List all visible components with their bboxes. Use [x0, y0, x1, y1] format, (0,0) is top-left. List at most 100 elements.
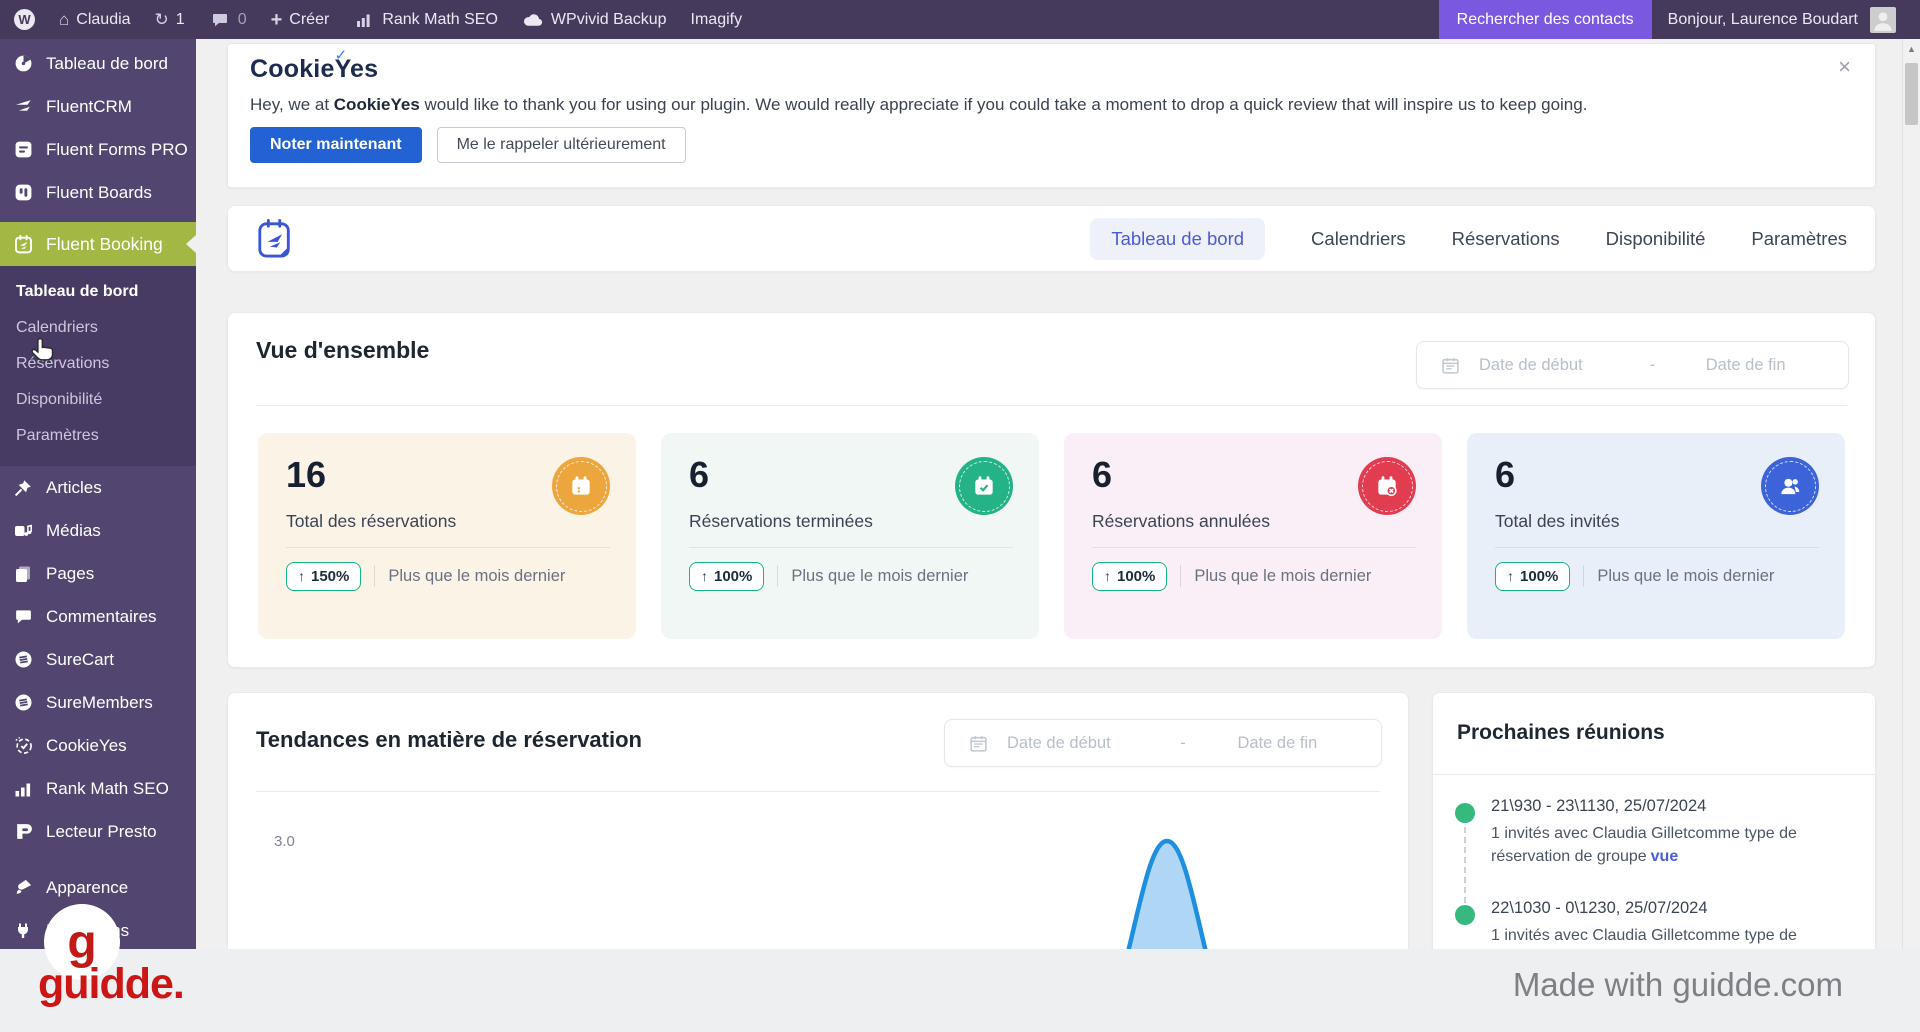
sidebar-item-dashboard[interactable]: Tableau de bord	[0, 42, 196, 85]
sidebar-item-label: Commentaires	[46, 606, 157, 626]
sidebar-item-comments[interactable]: Commentaires	[0, 595, 196, 638]
trends-date-range[interactable]: Date de début - Date de fin	[944, 719, 1382, 767]
account-menu[interactable]: Bonjour, Laurence Boudart	[1652, 11, 1870, 29]
avatar[interactable]	[1870, 6, 1896, 33]
updates-menu[interactable]: ↻ 1	[155, 10, 185, 30]
overview-date-range[interactable]: Date de début - Date de fin	[1416, 341, 1849, 389]
change-badge: ↑ 100%	[1495, 561, 1571, 591]
cookieyes-notice: Cookie ✓ Yes Hey, we at CookieYes would li…	[227, 43, 1876, 188]
submenu-item-dashboard[interactable]: Tableau de bord	[0, 274, 196, 310]
search-contacts-button[interactable]: Rechercher des contacts	[1438, 0, 1652, 39]
meeting-description-text: 1 invités avec Claudia Gilletcomme type …	[1491, 825, 1797, 865]
bar-chart-icon	[353, 9, 375, 31]
submenu-label: Disponibilité	[16, 391, 103, 408]
calendar-cancel-icon	[1358, 457, 1416, 515]
sidebar-item-presto-player[interactable]: Lecteur Presto	[0, 810, 196, 853]
sidebar-item-label: Fluent Booking	[46, 233, 163, 254]
rank-math-menu[interactable]: Rank Math SEO	[353, 9, 498, 31]
submenu-item-calendars[interactable]: Calendriers	[0, 310, 196, 346]
meeting-description: 1 invités avec Claudia Gilletcomme type …	[1491, 925, 1833, 948]
sidebar-item-fluent-boards[interactable]: Fluent Boards	[0, 171, 196, 214]
stat-note: Plus que le mois dernier	[791, 566, 969, 585]
admin-bar-right: Rechercher des contacts Bonjour, Laurenc…	[1438, 0, 1920, 39]
up-arrow-icon: ↑	[1104, 568, 1111, 585]
sidebar-item-suremembers[interactable]: SureMembers	[0, 681, 196, 724]
message-suffix: would like to thank you for using our pl…	[419, 95, 1588, 114]
overview-title: Vue d'ensemble	[256, 337, 430, 363]
comments-count: 0	[237, 10, 247, 28]
booking-tabs: Tableau de bord Calendriers Réservations…	[1090, 217, 1847, 260]
tab-bookings[interactable]: Réservations	[1452, 228, 1560, 250]
tab-dashboard[interactable]: Tableau de bord	[1090, 217, 1266, 260]
change-value: 150%	[311, 567, 350, 585]
sidebar-item-label: FluentCRM	[46, 96, 132, 116]
sidebar-item-label: Lecteur Presto	[46, 821, 157, 841]
sidebar-item-label: Rank Math SEO	[46, 778, 169, 798]
surecart-icon	[12, 649, 34, 671]
sidebar-item-surecart[interactable]: SureCart	[0, 638, 196, 681]
sidebar-item-pages[interactable]: Pages	[0, 552, 196, 595]
sidebar-item-label: SureMembers	[46, 692, 153, 712]
wp-admin-menu: Tableau de bord FluentCRM Fluent Forms P…	[0, 39, 196, 1032]
cloud-icon	[522, 9, 544, 31]
up-arrow-icon: ↑	[1507, 568, 1514, 585]
booking-app-header: Tableau de bord Calendriers Réservations…	[227, 205, 1876, 272]
divider	[777, 565, 779, 588]
divider	[1180, 565, 1182, 588]
tab-settings[interactable]: Paramètres	[1751, 228, 1847, 250]
comment-icon	[209, 9, 231, 31]
fluent-booking-icon	[12, 233, 34, 255]
close-icon[interactable]: ×	[1838, 56, 1851, 78]
meeting-time: 22\1030 - 0\1230, 25/07/2024	[1491, 899, 1708, 917]
message-brand: CookieYes	[333, 95, 420, 114]
tab-availability[interactable]: Disponibilité	[1606, 228, 1706, 250]
view-link[interactable]: vue	[1651, 848, 1679, 865]
search-contacts-label: Rechercher des contacts	[1456, 10, 1634, 28]
submenu-label: Tableau de bord	[16, 283, 139, 300]
check-icon: ✓	[334, 47, 348, 64]
sidebar-item-fluent-forms[interactable]: Fluent Forms PRO	[0, 128, 196, 171]
submenu-item-settings[interactable]: Paramètres	[0, 418, 196, 454]
sidebar-item-appearance[interactable]: Apparence	[0, 866, 196, 909]
comments-menu[interactable]: 0	[209, 9, 247, 31]
sidebar-item-rank-math[interactable]: Rank Math SEO	[0, 767, 196, 810]
wp-admin-bar: W ⌂ Claudia ↻ 1 0 + Créer Rank Math SEO …	[0, 0, 1920, 39]
submenu-item-availability[interactable]: Disponibilité	[0, 382, 196, 418]
fluent-booking-submenu: Tableau de bord Calendriers Réservations…	[0, 266, 196, 466]
tab-calendars[interactable]: Calendriers	[1311, 228, 1406, 250]
end-date-placeholder: Date de fin	[1237, 733, 1318, 752]
sidebar-item-label: Fluent Forms PRO	[46, 139, 188, 159]
sidebar-item-fluentcrm[interactable]: FluentCRM	[0, 85, 196, 128]
site-name-menu[interactable]: ⌂ Claudia	[59, 10, 131, 30]
update-icon: ↻	[154, 9, 169, 29]
submenu-item-bookings[interactable]: Réservations	[0, 346, 196, 382]
scrollbar-thumb[interactable]	[1905, 63, 1918, 125]
imagify-menu[interactable]: Imagify	[691, 11, 743, 29]
calendar-icon	[967, 732, 989, 754]
new-content-menu[interactable]: + Créer	[271, 10, 330, 30]
sidebar-item-fluent-booking[interactable]: Fluent Booking	[0, 222, 196, 266]
sidebar-item-label: Fluent Boards	[46, 182, 152, 202]
submenu-label: Réservations	[16, 355, 110, 372]
page-scrollbar[interactable]: ▲	[1902, 39, 1920, 949]
stat-label: Total des réservations	[286, 510, 457, 531]
suremembers-icon	[12, 692, 34, 714]
timeline-dot	[1455, 803, 1475, 823]
sidebar-item-label: CookieYes	[46, 735, 127, 755]
meeting-time: 21\930 - 23\1130, 25/07/2024	[1491, 797, 1707, 815]
divider	[286, 546, 610, 548]
timeline-dot	[1455, 905, 1475, 925]
imagify-label: Imagify	[690, 10, 743, 28]
timeline-connector	[1464, 827, 1466, 903]
wpvivid-menu[interactable]: WPvivid Backup	[522, 9, 667, 31]
updates-count: 1	[175, 10, 185, 28]
paintbrush-icon	[12, 877, 34, 899]
wp-logo-menu[interactable]: W	[14, 9, 35, 30]
remind-later-button[interactable]: Me le rappeler ultérieurement	[436, 127, 686, 163]
sidebar-item-cookieyes[interactable]: CookieYes	[0, 724, 196, 767]
rate-now-button[interactable]: Noter maintenant	[250, 127, 422, 163]
up-arrow-icon: ↑	[701, 568, 708, 585]
sidebar-item-media[interactable]: Médias	[0, 509, 196, 552]
scroll-up-arrow-icon[interactable]: ▲	[1903, 44, 1920, 54]
sidebar-item-posts[interactable]: Articles	[0, 466, 196, 509]
